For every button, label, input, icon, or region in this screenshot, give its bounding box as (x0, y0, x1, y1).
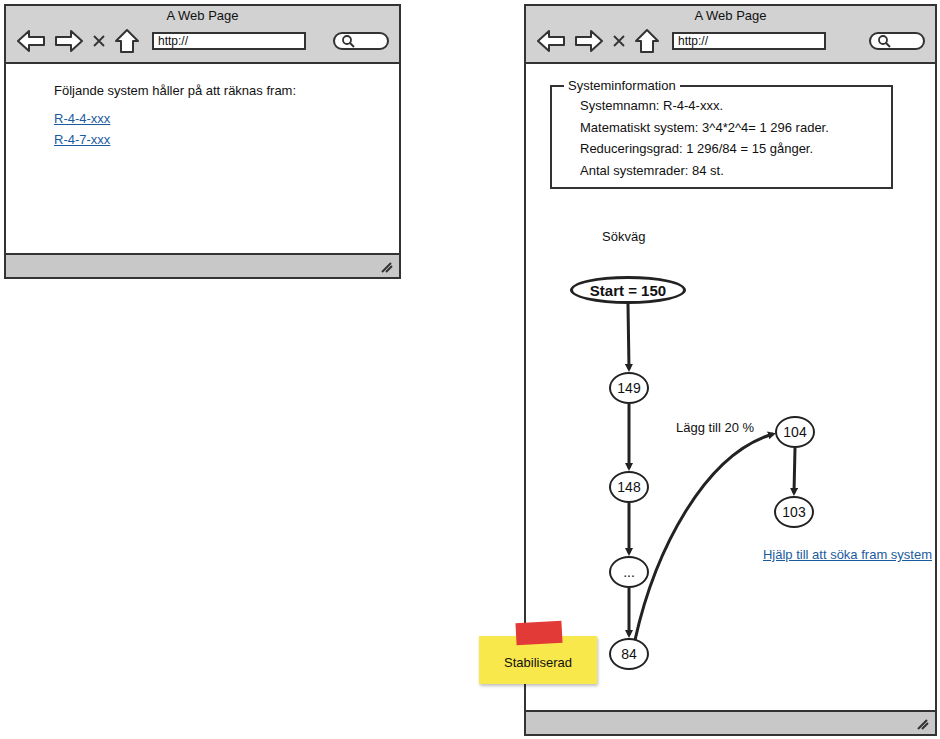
path-arrow (628, 404, 631, 468)
resize-grip-icon[interactable] (379, 259, 393, 273)
info-line: Systemnamn: R-4-4-xxx. (580, 95, 881, 117)
page-content: Systeminformation Systemnamn: R-4-4-xxx.M… (526, 64, 935, 710)
system-list: R-4-4-xxx R-4-7-xxx (54, 110, 375, 148)
path-node: 148 (609, 471, 649, 503)
system-info-box: Systeminformation Systemnamn: R-4-4-xxx.M… (550, 78, 893, 189)
path-node: 149 (609, 372, 649, 404)
path-arrow (628, 304, 629, 369)
page-heading: Följande system håller på att räknas fra… (54, 82, 375, 100)
status-bar (526, 710, 935, 734)
window-title: A Web Page (536, 8, 925, 24)
magnifier-icon (341, 34, 355, 48)
path-node: 103 (774, 496, 814, 528)
system-link[interactable]: R-4-7-xxx (54, 131, 375, 148)
back-arrow-icon[interactable] (16, 29, 46, 53)
path-node: 84 (609, 638, 649, 670)
window-title: A Web Page (16, 8, 389, 24)
system-link[interactable]: R-4-4-xxx (54, 110, 375, 127)
resize-grip-icon[interactable] (915, 716, 929, 730)
path-node: Start = 150 (570, 276, 686, 304)
info-legend: Systeminformation (564, 78, 680, 93)
forward-arrow-icon[interactable] (574, 29, 604, 53)
browser-window: A Web Pagehttp://SysteminformationSystem… (524, 4, 937, 736)
info-line: Reduceringsgrad: 1 296/84 = 15 gånger. (580, 138, 881, 160)
path-arrow (628, 588, 631, 635)
path-arrow (628, 503, 631, 553)
title-bar: A Web Page http:// (6, 6, 399, 64)
url-field[interactable]: http:// (672, 32, 826, 50)
status-bar (6, 253, 399, 277)
path-arrows (0, 0, 940, 739)
browser-window: A Web Page http:// Följande system håller … (4, 4, 401, 279)
close-x-icon[interactable] (92, 34, 106, 48)
nav-bar: http:// (16, 28, 389, 54)
path-node: 104 (775, 416, 815, 448)
info-line: Antal systemrader: 84 st. (580, 160, 881, 182)
edge-label: Lägg till 20 % (676, 420, 754, 435)
path-arrow (794, 448, 795, 493)
back-arrow-icon[interactable] (536, 29, 566, 53)
magnifier-icon (877, 34, 891, 48)
search-field[interactable] (333, 32, 389, 50)
canvas: A Web Page http:// Följande system håller … (0, 0, 940, 739)
path-node: ... (609, 556, 649, 588)
title-bar: A Web Page http:// (526, 6, 935, 64)
url-field[interactable]: http:// (152, 32, 306, 50)
path-label: Sökväg (602, 229, 893, 244)
home-icon[interactable] (114, 28, 140, 54)
nav-bar: http:// (536, 28, 925, 54)
search-field[interactable] (869, 32, 925, 50)
tape-icon (515, 621, 562, 645)
home-icon[interactable] (634, 28, 660, 54)
page-content: Följande system håller på att räknas fra… (6, 64, 399, 253)
help-link[interactable]: Hjälp till att söka fram system (763, 547, 932, 562)
path-arrow (635, 434, 773, 640)
close-x-icon[interactable] (612, 34, 626, 48)
info-line: Matematiskt system: 3^4*2^4= 1 296 rader… (580, 117, 881, 139)
forward-arrow-icon[interactable] (54, 29, 84, 53)
